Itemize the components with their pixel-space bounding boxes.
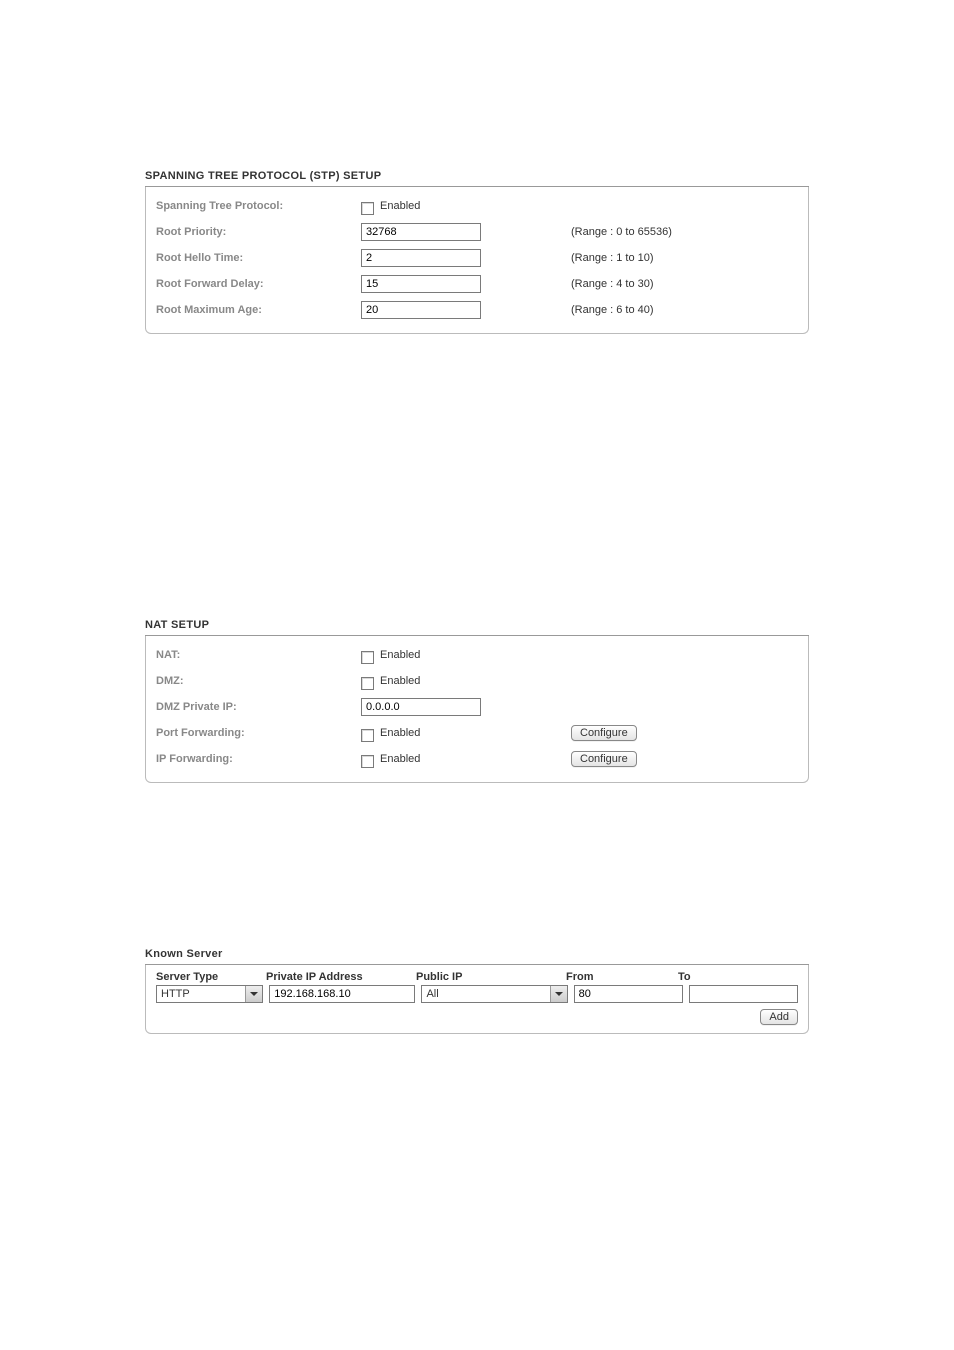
stp-protocol-checkbox[interactable] — [361, 202, 374, 215]
nat-dmz-checkbox[interactable] — [361, 677, 374, 690]
nat-pf-configure-button[interactable]: Configure — [571, 725, 637, 741]
ks-public-ip-value: All — [422, 986, 549, 1002]
nat-pf-checkbox[interactable] — [361, 729, 374, 742]
nat-ipf-enabled-label: Enabled — [380, 753, 420, 765]
chevron-down-icon — [245, 986, 262, 1002]
nat-panel: NAT: Enabled DMZ: Enabled DMZ Private IP… — [145, 636, 809, 783]
stp-protocol-enabled-label: Enabled — [380, 200, 420, 212]
stp-priority-range: (Range : 0 to 65536) — [571, 226, 798, 238]
nat-dmzip-input[interactable] — [361, 698, 481, 716]
chevron-down-icon — [550, 986, 567, 1002]
nat-dmz-label: DMZ: — [156, 675, 361, 687]
ks-private-ip-input[interactable] — [269, 985, 415, 1003]
nat-dmz-enabled-label: Enabled — [380, 675, 420, 687]
stp-hello-input[interactable] — [361, 249, 481, 267]
ks-header-type: Server Type — [156, 971, 266, 983]
stp-fwd-input[interactable] — [361, 275, 481, 293]
ks-header-priv: Private IP Address — [266, 971, 416, 983]
ks-header-from: From — [566, 971, 678, 983]
stp-priority-label: Root Priority: — [156, 226, 361, 238]
nat-nat-checkbox[interactable] — [361, 651, 374, 664]
stp-protocol-label: Spanning Tree Protocol: — [156, 200, 361, 212]
ks-header-pub: Public IP — [416, 971, 566, 983]
known-server-panel: Server Type Private IP Address Public IP… — [145, 965, 809, 1034]
stp-panel: Spanning Tree Protocol: Enabled Root Pri… — [145, 187, 809, 334]
stp-fwd-label: Root Forward Delay: — [156, 278, 361, 290]
nat-nat-label: NAT: — [156, 649, 361, 661]
ks-add-button[interactable]: Add — [760, 1009, 798, 1025]
nat-ipf-checkbox[interactable] — [361, 755, 374, 768]
stp-hello-label: Root Hello Time: — [156, 252, 361, 264]
nat-pf-enabled-label: Enabled — [380, 727, 420, 739]
stp-priority-input[interactable] — [361, 223, 481, 241]
ks-server-type-value: HTTP — [157, 986, 245, 1002]
ks-header-to: To — [678, 971, 790, 983]
ks-from-input[interactable] — [574, 985, 683, 1003]
ks-public-ip-select[interactable]: All — [421, 985, 567, 1003]
nat-title: NAT SETUP — [145, 619, 809, 636]
known-server-title: Known Server — [145, 948, 809, 965]
nat-nat-enabled-label: Enabled — [380, 649, 420, 661]
stp-hello-range: (Range : 1 to 10) — [571, 252, 798, 264]
stp-fwd-range: (Range : 4 to 30) — [571, 278, 798, 290]
stp-maxage-input[interactable] — [361, 301, 481, 319]
stp-title: SPANNING TREE PROTOCOL (STP) SETUP — [145, 170, 809, 187]
nat-ipf-configure-button[interactable]: Configure — [571, 751, 637, 767]
ks-to-input[interactable] — [689, 985, 798, 1003]
stp-maxage-label: Root Maximum Age: — [156, 304, 361, 316]
nat-pf-label: Port Forwarding: — [156, 727, 361, 739]
ks-server-type-select[interactable]: HTTP — [156, 985, 263, 1003]
nat-dmzip-label: DMZ Private IP: — [156, 701, 361, 713]
nat-ipf-label: IP Forwarding: — [156, 753, 361, 765]
stp-maxage-range: (Range : 6 to 40) — [571, 304, 798, 316]
